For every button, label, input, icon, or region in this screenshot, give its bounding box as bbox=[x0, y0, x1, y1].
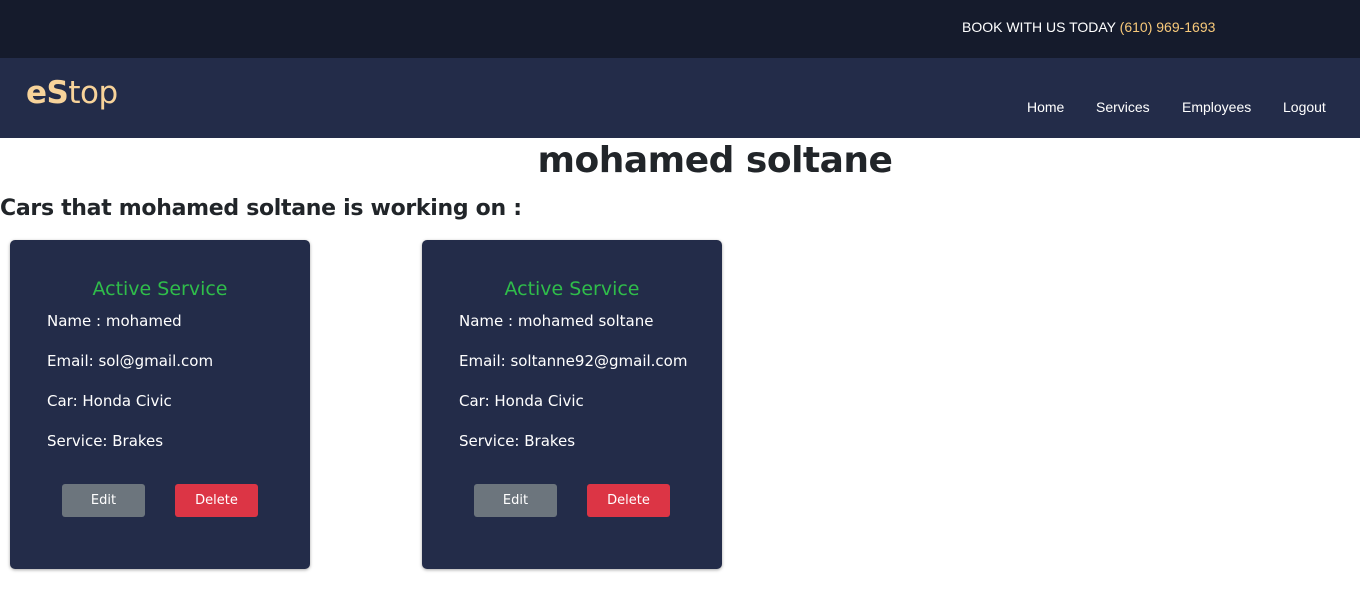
edit-button[interactable]: Edit bbox=[474, 484, 557, 517]
nav-link-logout[interactable]: Logout bbox=[1283, 99, 1326, 115]
logo-bold-part: eS bbox=[26, 75, 69, 111]
booking-banner: BOOK WITH US TODAY (610) 969-1693 bbox=[962, 19, 1215, 35]
booking-text: BOOK WITH US TODAY bbox=[962, 19, 1116, 35]
card-service: Service: Brakes bbox=[459, 432, 576, 450]
card-name: Name : mohamed soltane bbox=[459, 312, 654, 330]
nav-link-home[interactable]: Home bbox=[1027, 99, 1064, 115]
nav-link-employees[interactable]: Employees bbox=[1182, 99, 1251, 115]
delete-button[interactable]: Delete bbox=[175, 484, 258, 517]
card-car: Car: Honda Civic bbox=[459, 392, 584, 410]
card-title: Active Service bbox=[504, 278, 640, 300]
card-service: Service: Brakes bbox=[47, 432, 164, 450]
card-name: Name : mohamed bbox=[47, 312, 182, 330]
card-title: Active Service bbox=[92, 278, 228, 300]
navbar: eStop Home Services Employees Logout bbox=[0, 58, 1360, 138]
page-title: mohamed soltane bbox=[537, 140, 893, 181]
card-car: Car: Honda Civic bbox=[47, 392, 172, 410]
top-bar: BOOK WITH US TODAY (610) 969-1693 bbox=[0, 0, 1360, 58]
logo[interactable]: eStop bbox=[26, 75, 118, 111]
delete-button[interactable]: Delete bbox=[587, 484, 670, 517]
logo-rest-part: top bbox=[68, 75, 118, 111]
card-email: Email: soltanne92@gmail.com bbox=[459, 352, 688, 370]
card-email: Email: sol@gmail.com bbox=[47, 352, 214, 370]
service-card: Active Service Name : mohamed soltane Em… bbox=[422, 240, 722, 569]
phone-number[interactable]: (610) 969-1693 bbox=[1120, 19, 1216, 35]
nav-link-services[interactable]: Services bbox=[1096, 99, 1150, 115]
edit-button[interactable]: Edit bbox=[62, 484, 145, 517]
page-subtitle: Cars that mohamed soltane is working on … bbox=[0, 196, 522, 221]
service-card: Active Service Name : mohamed Email: sol… bbox=[10, 240, 310, 569]
